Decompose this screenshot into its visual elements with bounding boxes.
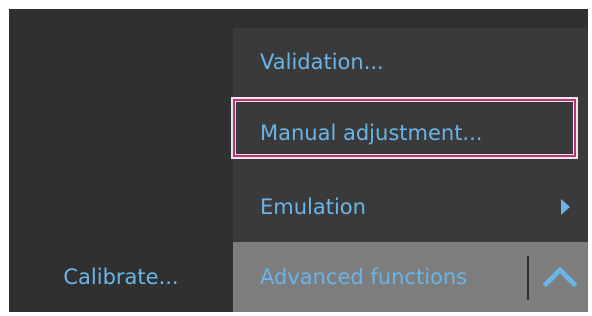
menu-item-label: Manual adjustment... <box>260 121 483 145</box>
advanced-functions-menu: Validation... Manual adjustment... Emula… <box>231 28 588 242</box>
chevron-up-icon <box>543 266 577 288</box>
advanced-functions-button[interactable]: Advanced functions <box>233 242 521 312</box>
screen: Calibrate... Validation... Manual adjust… <box>9 9 588 312</box>
calibrate-label: Calibrate... <box>63 265 179 289</box>
menu-item-label: Emulation <box>260 195 366 219</box>
menu-item-label: Validation... <box>260 50 384 74</box>
collapse-menu-button[interactable] <box>533 242 588 312</box>
menu-item-emulation[interactable]: Emulation <box>233 173 588 241</box>
menu-item-validation[interactable]: Validation... <box>233 28 588 96</box>
advanced-functions-label: Advanced functions <box>260 265 468 289</box>
calibrate-button[interactable]: Calibrate... <box>9 242 233 312</box>
menu-item-manual-adjustment[interactable]: Manual adjustment... <box>231 97 588 167</box>
chevron-right-icon <box>561 199 570 215</box>
advanced-functions-bar: Advanced functions <box>233 242 588 312</box>
divider <box>527 256 529 300</box>
